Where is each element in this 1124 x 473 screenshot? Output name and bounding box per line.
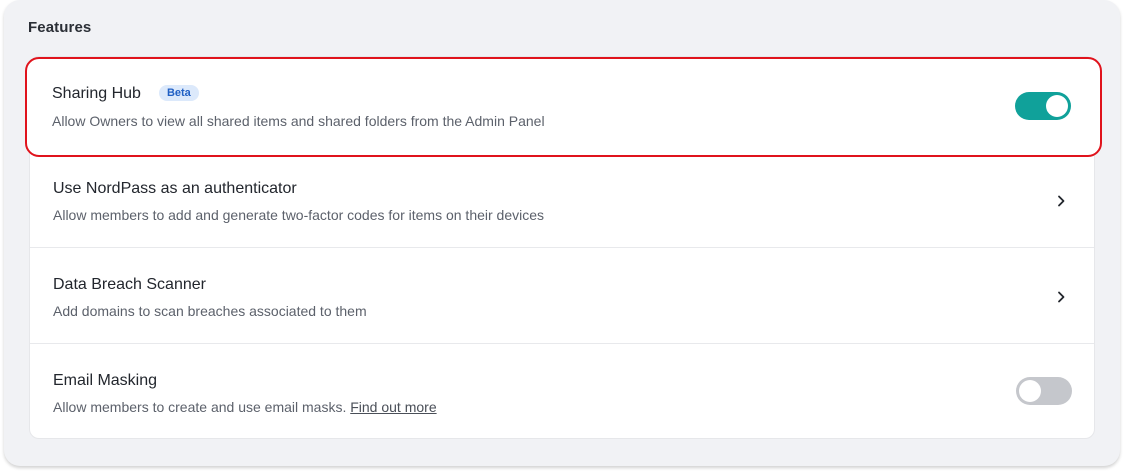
section-title: Features xyxy=(28,19,92,36)
email-masking-toggle[interactable] xyxy=(1016,377,1072,405)
feature-row-data-breach-scanner[interactable]: Data Breach Scanner Add domains to scan … xyxy=(30,248,1094,343)
chevron-right-icon[interactable] xyxy=(1054,194,1068,208)
feature-title: Use NordPass as an authenticator xyxy=(53,180,297,197)
toggle-knob xyxy=(1046,95,1068,117)
feature-title: Sharing Hub xyxy=(52,85,141,102)
find-out-more-link[interactable]: Find out more xyxy=(350,399,436,415)
feature-row-sharing-hub: Sharing Hub Beta Allow Owners to view all… xyxy=(25,57,1102,157)
toggle-knob xyxy=(1019,380,1041,402)
feature-description: Allow members to add and generate two-fa… xyxy=(53,207,545,223)
feature-description: Add domains to scan breaches associated … xyxy=(53,303,367,319)
feature-row-email-masking: Email Masking Allow members to create an… xyxy=(30,344,1094,439)
feature-description: Allow Owners to view all shared items an… xyxy=(52,113,545,129)
email-masking-description-text: Allow members to create and use email ma… xyxy=(53,399,347,415)
features-panel: Features Use NordPass as an authenticato… xyxy=(4,0,1120,466)
beta-badge: Beta xyxy=(158,85,199,101)
feature-title-wrapper: Sharing Hub Beta xyxy=(52,85,199,103)
feature-title: Data Breach Scanner xyxy=(53,276,206,293)
feature-description: Allow members to create and use email ma… xyxy=(53,399,437,415)
feature-row-authenticator[interactable]: Use NordPass as an authenticator Allow m… xyxy=(30,157,1094,247)
sharing-hub-toggle[interactable] xyxy=(1015,92,1071,120)
feature-title: Email Masking xyxy=(53,372,158,389)
chevron-right-icon[interactable] xyxy=(1054,290,1068,304)
